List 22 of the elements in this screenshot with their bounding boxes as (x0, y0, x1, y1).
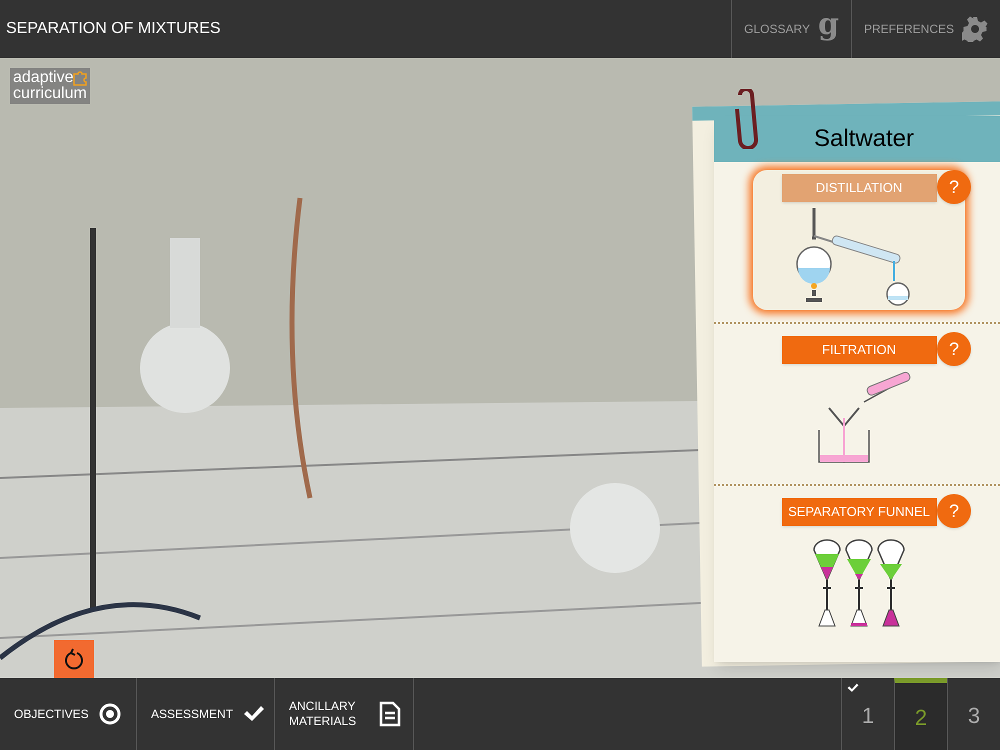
document-icon (379, 701, 401, 727)
checkmark-icon (243, 705, 266, 723)
nav-button[interactable]: ANCILLARY MATERIALS (275, 678, 414, 750)
help-button[interactable]: ? (937, 494, 971, 528)
logo: adaptive curriculum (10, 68, 90, 104)
method-button[interactable]: SEPARATORY FUNNEL (782, 498, 936, 526)
card-title: Saltwater (714, 116, 1000, 162)
settings-icon (962, 16, 988, 42)
page-tab[interactable]: 2 (894, 678, 947, 750)
method-button[interactable]: FILTRATION (782, 336, 936, 364)
glossary-letter-icon: g (818, 10, 839, 48)
help-button[interactable]: ? (937, 170, 971, 204)
reset-icon (64, 648, 84, 670)
help-button[interactable]: ? (937, 332, 971, 366)
window-title: SEPARATION OF MIXTURES (5, 19, 222, 39)
nav-button[interactable]: ASSESSMENT (137, 678, 275, 750)
target-icon (98, 703, 121, 725)
puzzle-icon (72, 70, 88, 86)
page-tab[interactable]: 3 (947, 678, 1000, 750)
paper-clip-icon (732, 89, 760, 149)
nav-button[interactable]: OBJECTIVES (0, 678, 137, 750)
reset-button[interactable] (54, 640, 94, 678)
